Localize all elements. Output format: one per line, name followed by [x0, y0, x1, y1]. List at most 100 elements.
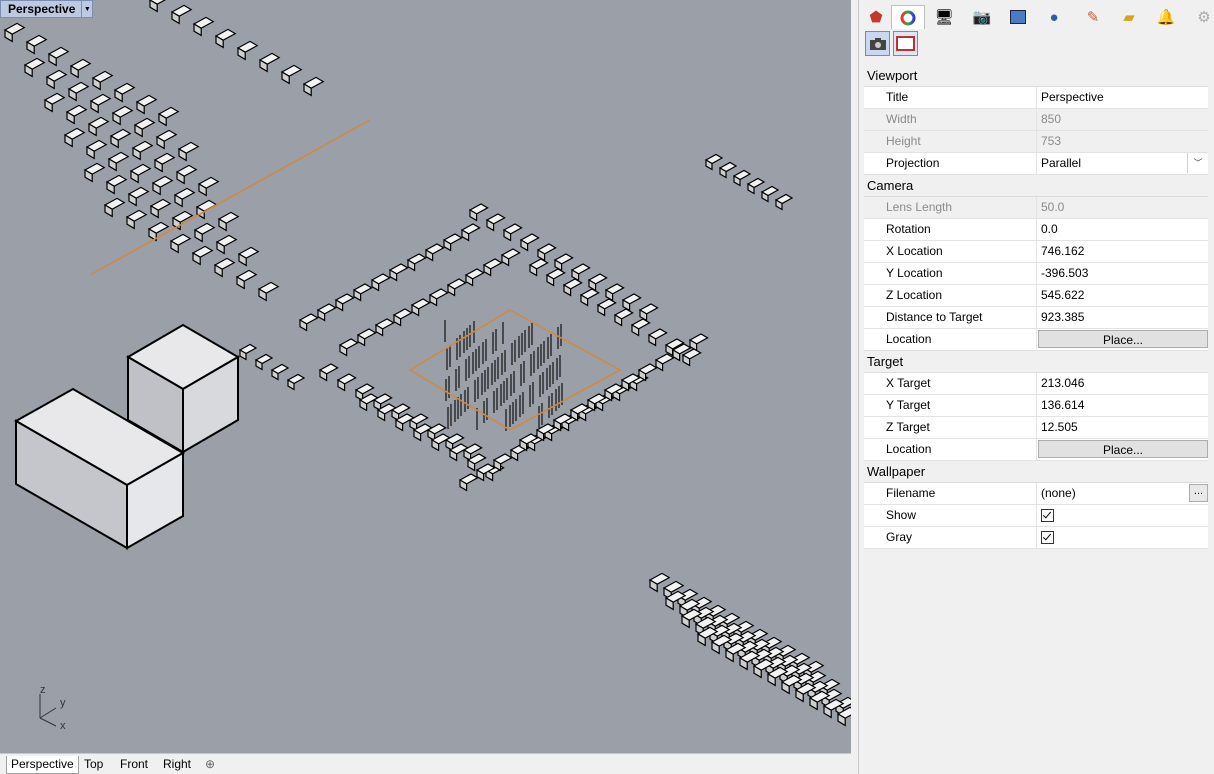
- house-block: [630, 318, 651, 337]
- house-block: [613, 308, 634, 327]
- house-block: [131, 140, 154, 161]
- house-block: [302, 76, 325, 97]
- house-block: [500, 248, 521, 267]
- notifications-icon[interactable]: 🔔: [1149, 5, 1183, 29]
- y-location-field[interactable]: -396.503: [1037, 263, 1208, 284]
- target-place-button[interactable]: Place...: [1038, 440, 1208, 458]
- properties-panel: ⬟ 🖥 📷 ● ✎ ▰ 🔔 ⚙ Viewport Title Perspecti…: [858, 0, 1214, 774]
- camera-place-button[interactable]: Place...: [1038, 330, 1208, 348]
- lens-row: Lens Length 50.0: [864, 197, 1208, 219]
- y-location-row: Y Location -396.503: [864, 263, 1208, 285]
- rotation-field[interactable]: 0.0: [1037, 219, 1208, 240]
- display-icon[interactable]: 🖥: [927, 5, 961, 29]
- display-color-icon[interactable]: [891, 5, 925, 29]
- y-target-field[interactable]: 136.614: [1037, 395, 1208, 416]
- axis-z-label: z: [40, 684, 46, 696]
- tab-perspective[interactable]: Perspective: [6, 756, 79, 774]
- chevron-down-icon[interactable]: ﹀: [1187, 153, 1208, 173]
- house-block: [236, 40, 259, 61]
- house-block: [442, 233, 463, 252]
- render-icon[interactable]: ●: [1037, 5, 1071, 29]
- title-field[interactable]: Perspective: [1037, 87, 1208, 108]
- viewport-title-bar[interactable]: Perspective ▼: [0, 0, 94, 18]
- viewport-section-header: Viewport: [864, 65, 1208, 87]
- house-block: [280, 64, 303, 85]
- house-block: [129, 163, 152, 184]
- material-icon[interactable]: ⬟: [859, 5, 893, 29]
- house-block: [173, 187, 196, 208]
- show-row: Show: [864, 505, 1208, 527]
- house-block: [604, 283, 625, 302]
- filename-value: (none): [1041, 486, 1076, 500]
- house-block: [502, 223, 523, 242]
- viewport-menu-chevron-down-icon[interactable]: ▼: [81, 1, 92, 17]
- perspective-viewport[interactable]: Perspective ▼ z y x: [0, 0, 851, 753]
- distance-row: Distance to Target 923.385: [864, 307, 1208, 329]
- viewport-title[interactable]: Perspective: [1, 1, 81, 17]
- layer-states-icon[interactable]: [1001, 5, 1035, 29]
- house-block: [316, 303, 337, 322]
- house-block: [424, 243, 445, 262]
- axis-y-label: y: [60, 697, 66, 709]
- distance-field[interactable]: 923.385: [1037, 307, 1208, 328]
- z-target-row: Z Target 12.505: [864, 417, 1208, 439]
- house-block: [338, 338, 359, 357]
- z-location-field[interactable]: 545.622: [1037, 285, 1208, 306]
- house-block: [111, 105, 134, 126]
- tab-front[interactable]: Front: [116, 756, 152, 773]
- viewport-frame-icon[interactable]: [893, 31, 918, 56]
- tab-right[interactable]: Right: [159, 756, 195, 773]
- house-block: [175, 164, 198, 185]
- x-target-field[interactable]: 213.046: [1037, 373, 1208, 394]
- house-block: [47, 46, 70, 67]
- lens-field: 50.0: [1041, 200, 1065, 214]
- add-viewport-plus-icon[interactable]: ⊕: [201, 756, 219, 773]
- house-block: [235, 269, 258, 290]
- house-block: [237, 246, 260, 267]
- named-views-icon[interactable]: 📷: [965, 5, 999, 29]
- house-block: [148, 0, 167, 13]
- viewport-tabs: Perspective Top Front Right ⊕: [0, 753, 851, 774]
- projection-select[interactable]: Parallel ﹀: [1037, 153, 1208, 174]
- tab-top[interactable]: Top: [80, 756, 107, 773]
- house-block: [258, 52, 281, 73]
- title-label: Title: [864, 87, 1037, 108]
- house-block: [638, 303, 659, 322]
- projection-label: Projection: [864, 153, 1037, 174]
- panel-tab-strip: ⬟ 🖥 📷 ● ✎ ▰ 🔔 ⚙: [859, 5, 1214, 29]
- gray-checkbox[interactable]: [1041, 531, 1054, 544]
- rotation-row: Rotation 0.0: [864, 219, 1208, 241]
- house-block: [157, 106, 180, 127]
- files-icon[interactable]: ▰: [1112, 5, 1146, 29]
- house-block: [485, 213, 506, 232]
- x-location-field[interactable]: 746.162: [1037, 241, 1208, 262]
- house-block: [545, 268, 566, 287]
- house-block: [25, 34, 48, 55]
- gray-label: Gray: [864, 527, 1037, 548]
- projection-row: Projection Parallel ﹀: [864, 153, 1208, 175]
- house-block: [410, 298, 431, 317]
- house-block: [536, 243, 557, 262]
- rotation-label: Rotation: [864, 219, 1037, 240]
- x-location-row: X Location 746.162: [864, 241, 1208, 263]
- brush-icon[interactable]: ✎: [1076, 5, 1110, 29]
- z-location-row: Z Location 545.622: [864, 285, 1208, 307]
- show-checkbox[interactable]: [1041, 509, 1054, 522]
- house-block: [356, 328, 377, 347]
- house-block: [217, 211, 240, 232]
- camera-icon[interactable]: [865, 31, 890, 56]
- settings-gear-icon[interactable]: ⚙: [1187, 5, 1214, 29]
- house-block: [213, 257, 236, 278]
- house-block: [191, 245, 214, 266]
- z-target-field[interactable]: 12.505: [1037, 417, 1208, 438]
- filename-label: Filename: [864, 483, 1037, 504]
- browse-button[interactable]: ...: [1189, 484, 1208, 502]
- z-target-label: Z Target: [864, 417, 1037, 438]
- house-block: [215, 234, 238, 255]
- house-block: [109, 128, 132, 149]
- height-label: Height: [864, 131, 1037, 152]
- house-block: [647, 328, 668, 347]
- house-block: [151, 175, 174, 196]
- house-block: [170, 4, 193, 25]
- house-block: [127, 186, 150, 207]
